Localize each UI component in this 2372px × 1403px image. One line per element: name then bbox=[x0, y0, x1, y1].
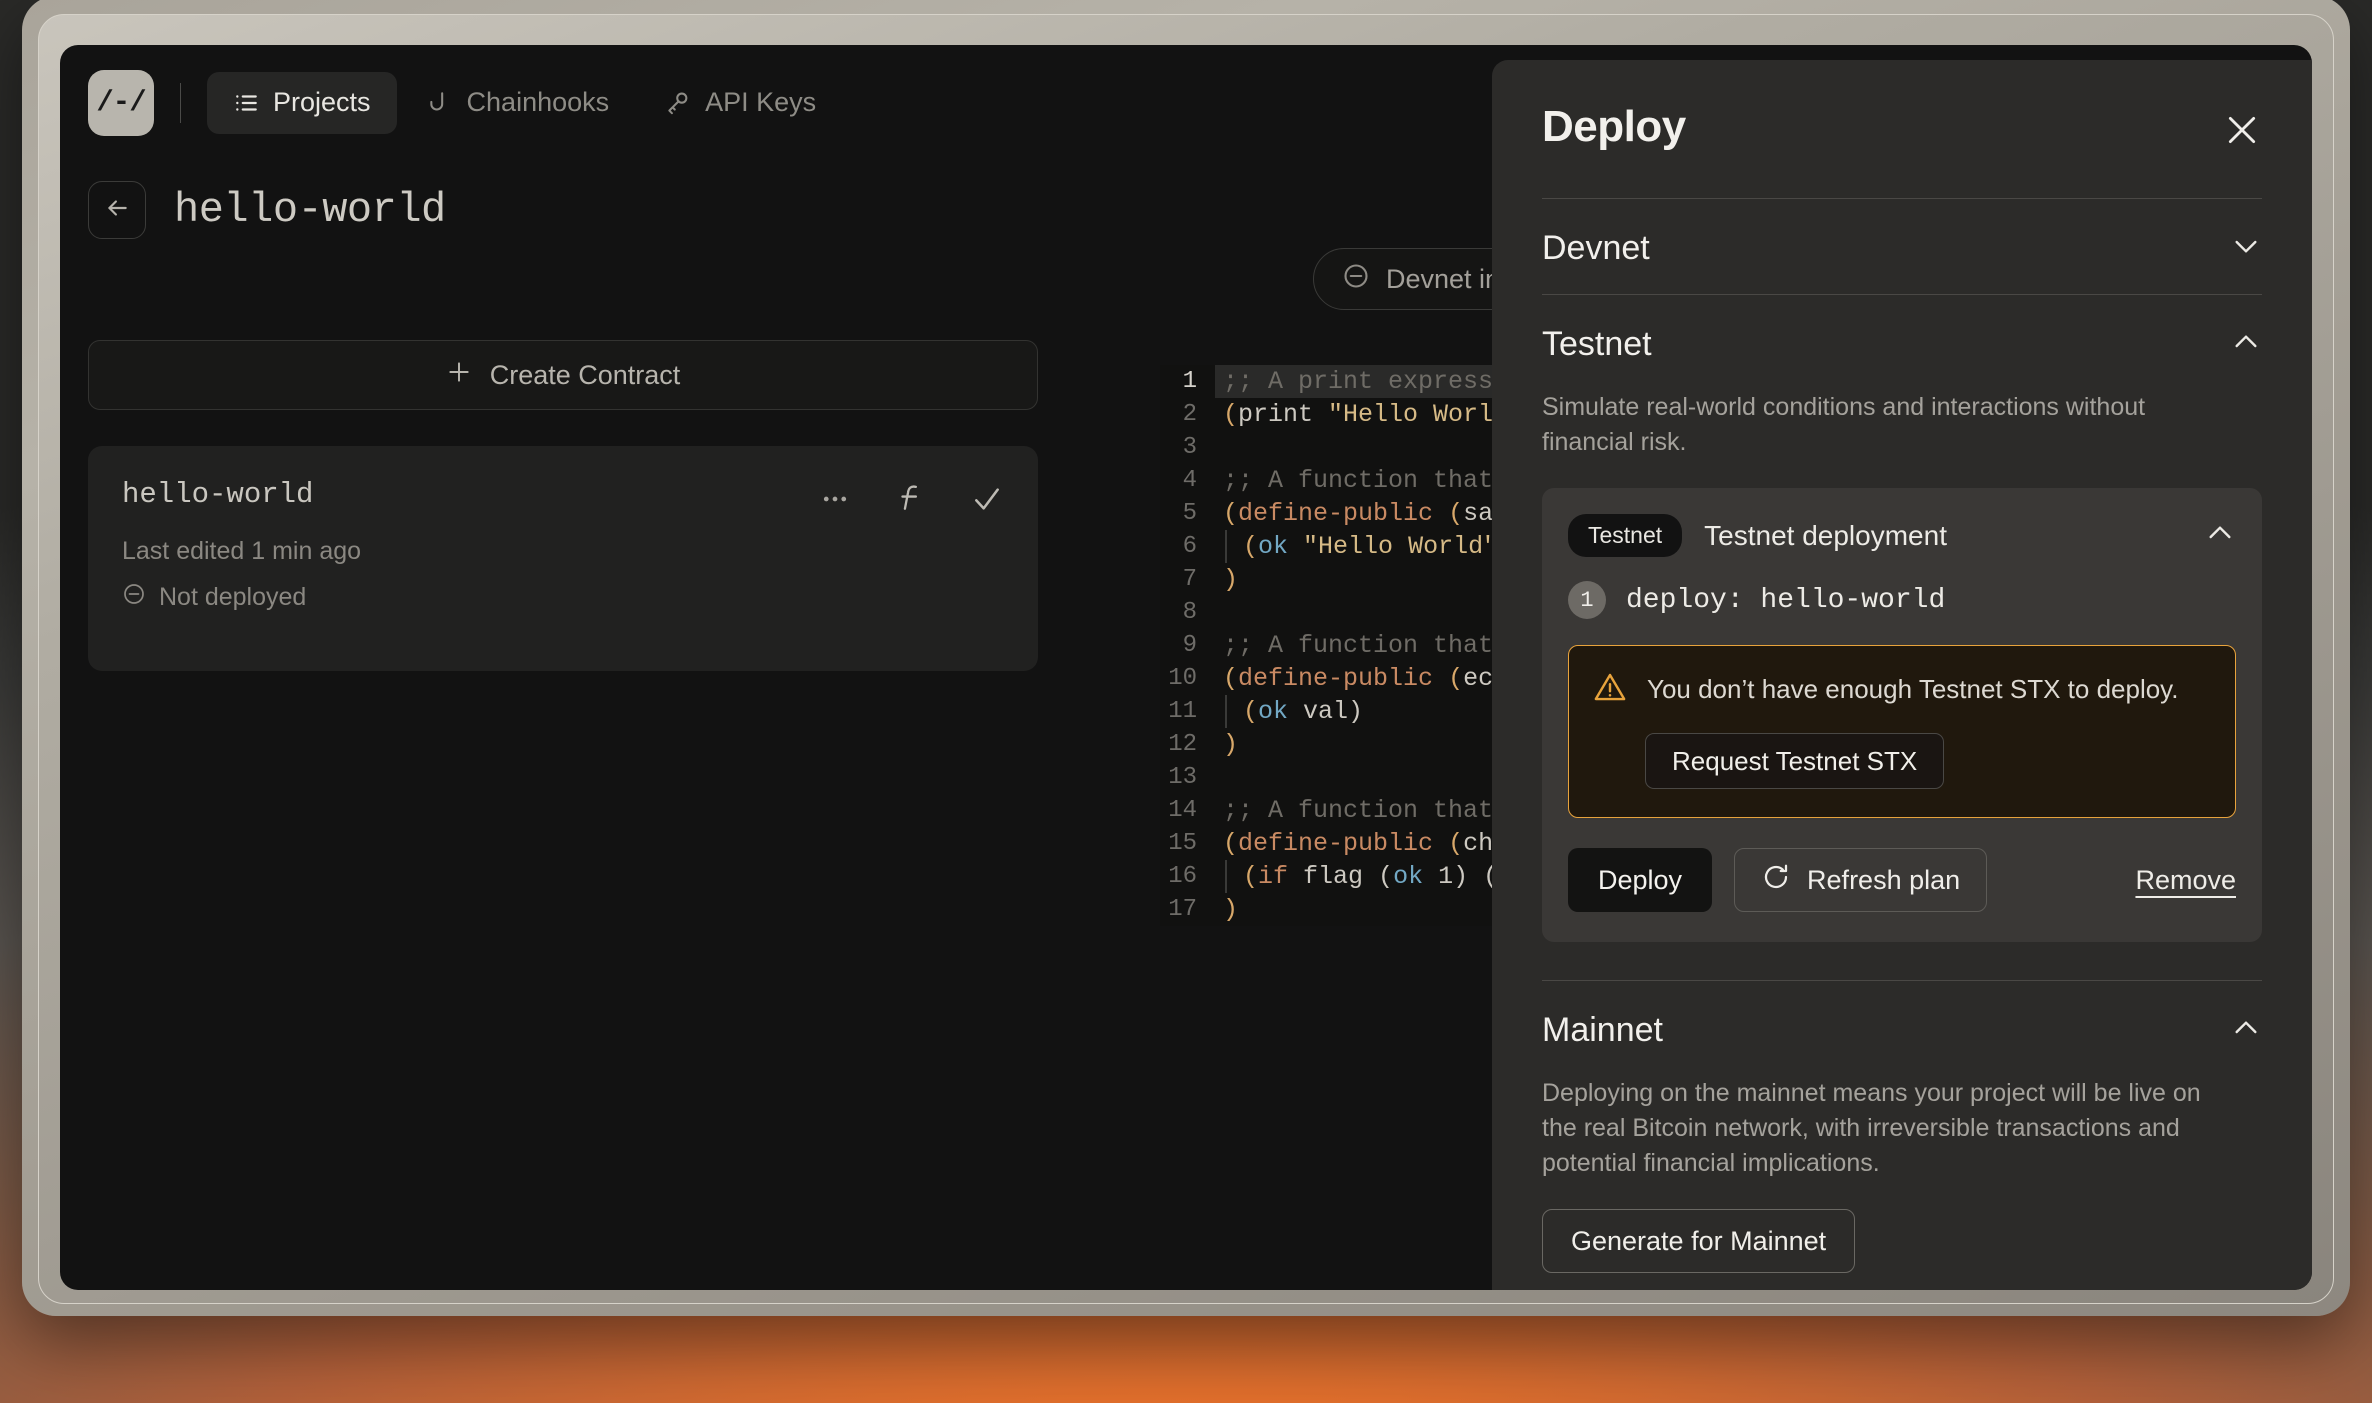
generate-for-mainnet-button[interactable]: Generate for Mainnet bbox=[1542, 1209, 1856, 1273]
more-icon[interactable] bbox=[818, 482, 852, 516]
code-text: (ok val) bbox=[1225, 695, 1363, 728]
deployment-card-header[interactable]: Testnet Testnet deployment bbox=[1568, 514, 2236, 557]
check-icon[interactable] bbox=[970, 482, 1004, 516]
chevron-up-icon bbox=[2230, 326, 2262, 363]
contract-last-edited: Last edited 1 min ago bbox=[122, 537, 362, 565]
mainnet-section-header[interactable]: Mainnet bbox=[1542, 981, 2262, 1076]
app-window: /-/ Projects Chainhooks API Keys hello-w… bbox=[60, 45, 2312, 1290]
line-number: 12 bbox=[1168, 731, 1197, 758]
line-number: 8 bbox=[1182, 599, 1197, 626]
minus-circle-icon bbox=[122, 582, 146, 613]
chevron-down-icon bbox=[2230, 230, 2262, 267]
warning-message: You don’t have enough Testnet STX to dep… bbox=[1647, 674, 2179, 704]
testnet-description: Simulate real-world conditions and inter… bbox=[1542, 393, 2146, 456]
refresh-plan-label: Refresh plan bbox=[1807, 864, 1961, 895]
back-button[interactable] bbox=[88, 181, 146, 239]
mainnet-description: Deploying on the mainnet means your proj… bbox=[1542, 1079, 2201, 1177]
contract-card[interactable]: hello-world Last edited 1 min ago Not de… bbox=[88, 446, 1038, 671]
deployment-actions: Deploy Refresh plan Remove bbox=[1568, 848, 2236, 912]
testnet-deployment-card: Testnet Testnet deployment 1 deploy: hel… bbox=[1542, 488, 2262, 942]
code-text: (define-public (echo- bbox=[1223, 664, 1538, 693]
line-number: 6 bbox=[1182, 533, 1197, 560]
testnet-section-header[interactable]: Testnet bbox=[1542, 295, 2262, 390]
code-text: ) bbox=[1223, 895, 1239, 924]
nav-label-api-keys: API Keys bbox=[705, 87, 817, 117]
arrow-left-icon bbox=[104, 195, 130, 226]
nav-label-chainhooks: Chainhooks bbox=[466, 87, 610, 117]
status-badge: Testnet bbox=[1568, 514, 1683, 557]
deploy-panel-title: Deploy bbox=[1542, 102, 1686, 151]
code-text: ;; A function that c bbox=[1223, 796, 1524, 825]
line-number: 5 bbox=[1182, 500, 1197, 527]
line-number: 2 bbox=[1182, 401, 1197, 428]
nav-item-api-keys[interactable]: API Keys bbox=[639, 72, 842, 134]
deploy-panel-header: Deploy bbox=[1542, 60, 2262, 152]
line-number: 11 bbox=[1168, 698, 1197, 725]
step-number: 1 bbox=[1568, 581, 1606, 619]
devnet-section-header[interactable]: Devnet bbox=[1542, 199, 2262, 294]
line-number: 7 bbox=[1182, 566, 1197, 593]
refresh-plan-button[interactable]: Refresh plan bbox=[1734, 848, 1988, 912]
contract-status: Not deployed bbox=[122, 582, 1004, 613]
function-icon[interactable] bbox=[894, 482, 928, 516]
nav-item-projects[interactable]: Projects bbox=[207, 71, 397, 134]
line-number: 15 bbox=[1168, 830, 1197, 857]
close-icon[interactable] bbox=[2222, 110, 2262, 150]
contract-card-actions bbox=[818, 482, 1004, 516]
hook-icon bbox=[427, 90, 453, 116]
page-title: hello-world bbox=[174, 186, 446, 234]
insufficient-funds-warning: You don’t have enough Testnet STX to dep… bbox=[1568, 645, 2236, 818]
deployment-step: 1 deploy: hello-world bbox=[1568, 581, 2236, 619]
line-number: 3 bbox=[1182, 434, 1197, 461]
mainnet-section-title: Mainnet bbox=[1542, 1011, 1663, 1049]
line-number: 16 bbox=[1168, 863, 1197, 890]
step-label: deploy: hello-world bbox=[1626, 584, 1946, 616]
warning-triangle-icon bbox=[1593, 670, 1627, 709]
line-number: 17 bbox=[1168, 896, 1197, 923]
key-icon bbox=[665, 90, 691, 116]
warning-row: You don’t have enough Testnet STX to dep… bbox=[1593, 670, 2211, 709]
list-icon bbox=[233, 90, 259, 116]
code-text: ;; A function that r bbox=[1223, 466, 1524, 495]
devnet-section-title: Devnet bbox=[1542, 229, 1650, 267]
line-number: 10 bbox=[1168, 665, 1197, 692]
code-text: ) bbox=[1223, 730, 1239, 759]
contract-status-label: Not deployed bbox=[159, 583, 307, 611]
request-testnet-stx-button[interactable]: Request Testnet STX bbox=[1645, 733, 1945, 789]
code-text: (define-public (say-h bbox=[1223, 499, 1538, 528]
line-number: 13 bbox=[1168, 764, 1197, 791]
deploy-button[interactable]: Deploy bbox=[1568, 848, 1713, 912]
deployment-card-title: Testnet deployment bbox=[1704, 519, 1947, 551]
minus-circle-icon bbox=[1342, 262, 1370, 297]
code-text: (define-public (check bbox=[1223, 829, 1538, 858]
chevron-up-icon[interactable] bbox=[2204, 517, 2236, 554]
refresh-icon bbox=[1761, 862, 1791, 899]
nav-item-chainhooks[interactable]: Chainhooks bbox=[401, 72, 636, 134]
plus-icon bbox=[446, 359, 472, 392]
remove-link[interactable]: Remove bbox=[2135, 865, 2236, 896]
line-number: 1 bbox=[1182, 368, 1197, 395]
deploy-side-panel: Deploy Devnet Testnet Simulate real-worl… bbox=[1492, 60, 2312, 1290]
code-text: ) bbox=[1223, 565, 1239, 594]
nav-divider bbox=[180, 82, 181, 123]
app-logo[interactable]: /-/ bbox=[88, 69, 154, 136]
nav-label-projects: Projects bbox=[273, 87, 371, 117]
code-text: (if flag (ok 1) (er bbox=[1225, 860, 1528, 893]
devnet-chip-label: Devnet in bbox=[1386, 263, 1501, 294]
line-number: 9 bbox=[1182, 632, 1197, 659]
line-number: 14 bbox=[1168, 797, 1197, 824]
code-text: ;; A print expressio bbox=[1215, 365, 1524, 398]
create-contract-button[interactable]: Create Contract bbox=[88, 340, 1038, 410]
code-text: ;; A function that r bbox=[1223, 631, 1524, 660]
testnet-section-title: Testnet bbox=[1542, 325, 1652, 363]
chevron-up-icon bbox=[2230, 1012, 2262, 1049]
contracts-column: Create Contract hello-world Last edited … bbox=[88, 340, 1038, 671]
code-text: (ok "Hello World") bbox=[1225, 530, 1513, 563]
code-text: (print "Hello World" bbox=[1223, 400, 1524, 429]
line-number: 4 bbox=[1182, 467, 1197, 494]
create-contract-label: Create Contract bbox=[489, 359, 681, 390]
